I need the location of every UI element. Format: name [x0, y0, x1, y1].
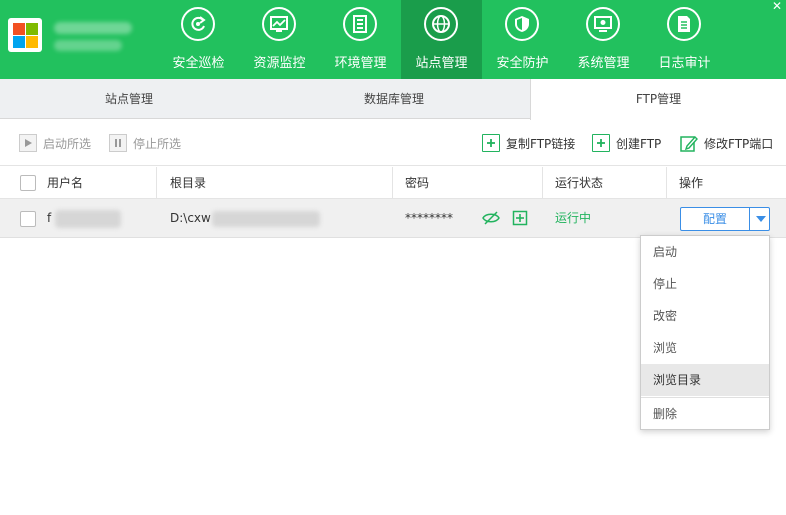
pause-icon	[109, 134, 127, 152]
nav-label: 安全巡检	[172, 56, 225, 71]
app-subtitle-redacted	[54, 40, 122, 51]
toolbar: 启动所选 停止所选 复制FTP链接 创建FTP 修改FTP端口	[0, 120, 786, 166]
modify-ftp-port-label: 修改FTP端口	[704, 136, 774, 151]
document-icon	[667, 7, 701, 41]
configure-split-button[interactable]: 配置	[680, 207, 770, 231]
column-header-root: 根目录	[170, 176, 207, 190]
chevron-down-icon[interactable]	[756, 216, 766, 222]
column-header-action: 操作	[679, 176, 704, 190]
window-close-button[interactable]: ✕	[768, 0, 786, 14]
chart-icon	[262, 7, 296, 41]
eye-hidden-icon[interactable]	[482, 210, 500, 226]
row-root-directory: D:\cxw	[170, 211, 211, 225]
nav-item-resource-monitor[interactable]: 资源监控	[239, 0, 320, 79]
nav-label: 系统管理	[577, 56, 630, 71]
monitor-icon	[586, 7, 620, 41]
table-header: 用户名 根目录 密码 运行状态 操作	[0, 167, 786, 199]
nav-item-site-management[interactable]: 站点管理	[401, 0, 482, 79]
add-square-icon	[592, 134, 610, 152]
nav-item-security-inspection[interactable]: 安全巡检	[158, 0, 239, 79]
add-square-icon	[482, 134, 500, 152]
menu-item-delete[interactable]: 删除	[641, 398, 769, 430]
nav-label: 站点管理	[415, 56, 468, 71]
nav-label: 日志审计	[658, 56, 711, 71]
sub-tabs: 站点管理 数据库管理 FTP管理	[0, 79, 786, 120]
menu-item-stop[interactable]: 停止	[641, 268, 769, 300]
column-header-password: 密码	[405, 176, 430, 190]
edit-icon	[680, 134, 698, 152]
row-username: f	[47, 211, 52, 225]
configure-button[interactable]: 配置	[681, 208, 749, 230]
tab-site-management[interactable]: 站点管理	[0, 79, 258, 119]
menu-item-start[interactable]: 启动	[641, 236, 769, 268]
column-header-username: 用户名	[47, 176, 84, 190]
row-status: 运行中	[555, 211, 592, 225]
play-icon	[19, 134, 37, 152]
main-nav: 安全巡检 资源监控 环境管理 站点管理 安全防护 系统管理 日志审计	[158, 0, 725, 79]
create-ftp-button[interactable]: 创建FTP	[592, 134, 661, 152]
stop-selected-button[interactable]: 停止所选	[109, 134, 181, 152]
nav-label: 资源监控	[253, 56, 306, 71]
start-selected-button[interactable]: 启动所选	[19, 134, 91, 152]
nav-item-log-audit[interactable]: 日志审计	[644, 0, 725, 79]
username-redacted	[55, 210, 121, 228]
start-selected-label: 启动所选	[43, 136, 92, 151]
copy-ftp-link-button[interactable]: 复制FTP链接	[482, 134, 575, 152]
nav-label: 安全防护	[496, 56, 549, 71]
app-title-redacted	[54, 22, 132, 34]
shield-icon	[505, 7, 539, 41]
nav-label: 环境管理	[334, 56, 387, 71]
create-ftp-label: 创建FTP	[616, 136, 662, 151]
row-password: ********	[405, 211, 453, 225]
table-row[interactable]: f D:\cxw ******** 运行中	[0, 199, 786, 238]
modify-ftp-port-button[interactable]: 修改FTP端口	[680, 134, 773, 152]
copy-ftp-link-label: 复制FTP链接	[506, 136, 576, 151]
server-icon	[343, 7, 377, 41]
root-redacted	[212, 211, 320, 227]
tab-ftp-management[interactable]: FTP管理	[530, 79, 786, 120]
refresh-icon	[181, 7, 215, 41]
select-all-checkbox[interactable]	[20, 175, 36, 191]
nav-item-environment[interactable]: 环境管理	[320, 0, 401, 79]
stop-selected-label: 停止所选	[133, 136, 182, 151]
action-dropdown-menu: 启动 停止 改密 浏览 浏览目录 删除	[640, 235, 770, 430]
menu-item-browse[interactable]: 浏览	[641, 332, 769, 364]
menu-item-browse-directory[interactable]: 浏览目录	[641, 364, 769, 396]
globe-icon	[424, 7, 458, 41]
column-header-status: 运行状态	[555, 176, 604, 190]
nav-item-system-management[interactable]: 系统管理	[563, 0, 644, 79]
nav-item-security-protection[interactable]: 安全防护	[482, 0, 563, 79]
copy-password-icon[interactable]	[512, 210, 528, 226]
tab-database-management[interactable]: 数据库管理	[258, 79, 530, 119]
app-header: ✕ 安全巡检 资源监控 环境管理 站点管理 安全防护 系统管理 日志审计	[0, 0, 786, 79]
menu-item-change-password[interactable]: 改密	[641, 300, 769, 332]
row-checkbox[interactable]	[20, 211, 36, 227]
app-logo	[8, 18, 42, 52]
